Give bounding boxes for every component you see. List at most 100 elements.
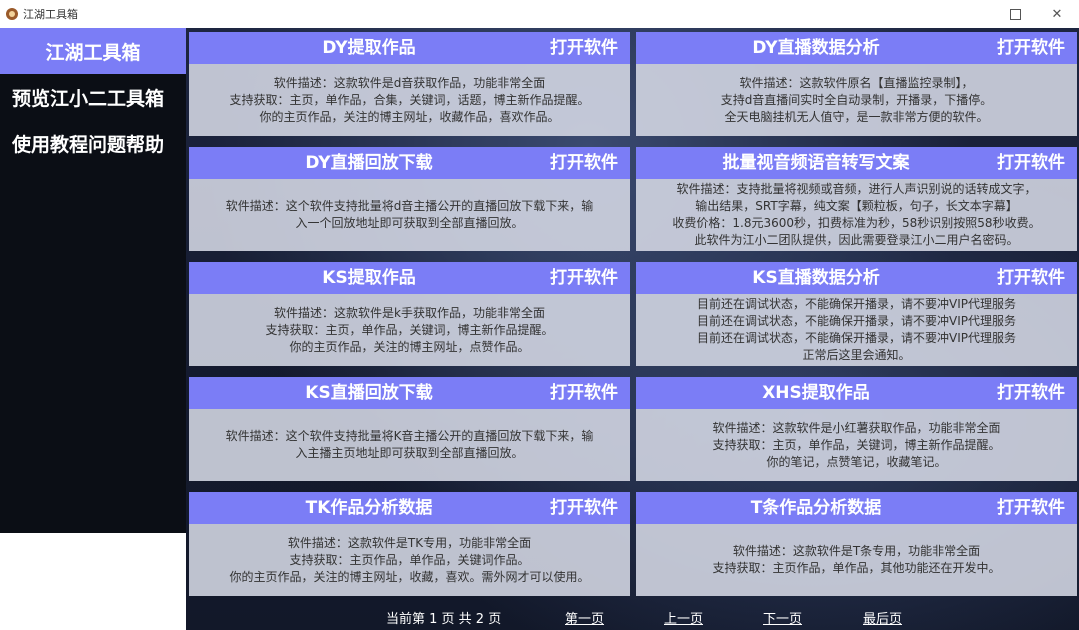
card-header: XHS提取作品 打开软件 — [636, 377, 1077, 409]
card-title: KS提取作品 — [322, 268, 416, 288]
card-header: DY直播数据分析 打开软件 — [636, 32, 1077, 64]
sidebar-item-label: 江湖工具箱 — [45, 41, 141, 64]
description-line: 正常后这里会通知。 — [802, 348, 911, 362]
open-software-button[interactable]: 打开软件 — [997, 262, 1065, 294]
open-software-button[interactable]: 打开软件 — [997, 147, 1065, 179]
description-line: 入主播主页地址即可获取到全部直播回放。 — [295, 446, 524, 460]
card-title: KS直播数据分析 — [752, 268, 880, 288]
description-line: 全天电脑挂机无人值守，是一款非常方便的软件。 — [724, 109, 989, 124]
page-info: 当前第 1 页 共 2 页 — [386, 612, 502, 627]
tool-card: 批量视音频语音转写文案 打开软件 软件描述：支持批量将视频或音频，进行人声识别说的话… — [636, 147, 1077, 257]
card-description: 软件描述：这个软件支持批量将d音主播公开的直播回放下载下来，输 入一个回放地址即可… — [189, 179, 630, 251]
next-page-link[interactable]: 下一页 — [763, 608, 802, 627]
description-line: 软件描述：这款软件是小红薯获取作品，功能非常全面 — [712, 420, 1001, 435]
card-description: 软件描述：这款软件是d音获取作品，功能非常全面支持获取：主页，单作品，合集，关键… — [189, 64, 630, 136]
card-header: 批量视音频语音转写文案 打开软件 — [636, 147, 1077, 179]
card-header: DY直播回放下载 打开软件 — [189, 147, 630, 179]
maximize-icon — [1009, 8, 1021, 20]
description-line: 支持获取：主页，单作品，合集，关键词，话题，博主新作品提醒。 — [229, 92, 590, 107]
description-line: 软件描述：这个软件支持批量将d音主播公开的直播回放下载下来，输 — [225, 199, 594, 213]
description-line: 软件描述：这款软件是TK专用，功能非常全面 — [287, 535, 532, 550]
card-title: KS直播回放下载 — [305, 383, 433, 403]
last-page-link[interactable]: 最后页 — [863, 608, 902, 627]
sidebar-item-label: 使用教程问题帮助 — [12, 133, 165, 156]
tool-card: DY直播回放下载 打开软件 软件描述：这个软件支持批量将d音主播公开的直播回放下载下… — [189, 147, 630, 257]
close-icon: ✕ — [1051, 6, 1063, 22]
sidebar-blank-panel — [0, 533, 186, 630]
open-software-button[interactable]: 打开软件 — [550, 147, 618, 179]
card-description: 目前还在调试状态，不能确保开播录，请不要冲VIP代理服务 目前还在调试状态，不能确… — [636, 294, 1077, 366]
sidebar-item-help[interactable]: 使用教程问题帮助 — [0, 120, 186, 166]
description-line: 你的主页作品，关注的博主网址，点赞作品。 — [289, 339, 530, 354]
tool-card: KS提取作品 打开软件 软件描述：这款软件是k手获取作品，功能非常全面 支持获取：主页… — [189, 262, 630, 372]
sidebar-item-label: 预览江小二工具箱 — [12, 87, 165, 110]
description-line: 支持获取：主页，单作品，关键词，博主新作品提醒。 — [265, 322, 554, 337]
open-software-button[interactable]: 打开软件 — [997, 492, 1065, 524]
close-button[interactable]: ✕ — [1037, 0, 1077, 28]
card-header: T条作品分析数据 打开软件 — [636, 492, 1077, 524]
description-line: 目前还在调试状态，不能确保开播录，请不要冲VIP代理服务 — [697, 314, 1016, 328]
description-line: 目前还在调试状态，不能确保开播录，请不要冲VIP代理服务 — [697, 331, 1016, 345]
app-logo-icon — [6, 8, 18, 20]
card-title: DY直播数据分析 — [752, 38, 880, 58]
card-header: KS直播数据分析 打开软件 — [636, 262, 1077, 294]
description-line: 支持获取：主页，单作品，关键词，博主新作品提醒。 — [712, 437, 1001, 452]
description-line: 目前还在调试状态，不能确保开播录，请不要冲VIP代理服务 — [697, 297, 1016, 311]
card-title: DY提取作品 — [322, 38, 416, 58]
card-description: 软件描述：这款软件是小红薯获取作品，功能非常全面 支持获取：主页，单作品，关键词，… — [636, 409, 1077, 481]
description-line: 收费价格：1.8元3600秒，扣费标准为秒，58秒识别按照58秒收费。 — [672, 216, 1041, 230]
card-description: 软件描述：这个软件支持批量将K音主播公开的直播回放下载下来，输 入主播主页地址即可… — [189, 409, 630, 481]
sidebar-item-toolbox[interactable]: 江湖工具箱 — [0, 28, 186, 74]
open-software-button[interactable]: 打开软件 — [550, 32, 618, 64]
description-line: 软件描述：支持批量将视频或音频，进行人声识别说的话转成文字， — [676, 182, 1037, 196]
tool-card: KS直播回放下载 打开软件 软件描述：这个软件支持批量将K音主播公开的直播回放下载下… — [189, 377, 630, 487]
card-description: 软件描述：这款软件是k手获取作品，功能非常全面 支持获取：主页，单作品，关键词，博… — [189, 294, 630, 366]
card-header: KS直播回放下载 打开软件 — [189, 377, 630, 409]
card-title: 批量视音频语音转写文案 — [722, 153, 910, 173]
description-line: 你的笔记，点赞笔记，收藏笔记。 — [766, 454, 947, 469]
description-line: 输出结果，SRT字幕，纯文案【颗粒板，句子，长文本字幕】 — [695, 199, 1018, 213]
description-line: 软件描述：这款软件是k手获取作品，功能非常全面 — [274, 305, 545, 320]
card-description: 软件描述：这款软件是T条专用，功能非常全面支持获取：主页作品，单作品，其他功能还… — [636, 524, 1077, 596]
open-software-button[interactable]: 打开软件 — [550, 492, 618, 524]
sidebar-item-preview[interactable]: 预览江小二工具箱 — [0, 74, 186, 120]
maximize-button[interactable] — [995, 0, 1035, 28]
description-line: 软件描述：这款软件是T条专用，功能非常全面 — [732, 544, 981, 558]
card-description: 软件描述：这款软件是TK专用，功能非常全面 支持获取：主页作品，单作品，关键词作品… — [189, 524, 630, 596]
card-header: DY提取作品 打开软件 — [189, 32, 630, 64]
description-line: 你的主页作品，关注的博主网址，收藏作品，喜欢作品。 — [259, 109, 560, 124]
description-line: 支持d音直播间实时全自动录制，开播录，下播停。 — [720, 92, 993, 107]
description-line: 支持获取：主页作品，单作品，其他功能还在开发中。 — [712, 561, 1001, 575]
prev-page-link[interactable]: 上一页 — [664, 608, 703, 627]
window-title: 江湖工具箱 — [23, 8, 78, 21]
description-line: 软件描述：这个软件支持批量将K音主播公开的直播回放下载下来，输 — [225, 429, 594, 443]
description-line: 此软件为江小二团队提供，因此需要登录江小二用户名密码。 — [694, 233, 1019, 247]
description-line: 入一个回放地址即可获取到全部直播回放。 — [295, 216, 524, 230]
pagination: 当前第 1 页 共 2 页 第一页 上一页 下一页 最后页 — [186, 600, 1079, 630]
card-title: T条作品分析数据 — [750, 498, 882, 518]
tool-card: XHS提取作品 打开软件 软件描述：这款软件是小红薯获取作品，功能非常全面 支持获取：… — [636, 377, 1077, 487]
card-description: 软件描述：支持批量将视频或音频，进行人声识别说的话转成文字， 输出结果，SRT字幕… — [636, 179, 1077, 251]
sidebar: 江湖工具箱 预览江小二工具箱 使用教程问题帮助 — [0, 28, 186, 533]
card-title: XHS提取作品 — [762, 383, 870, 403]
open-software-button[interactable]: 打开软件 — [550, 262, 618, 294]
description-line: 支持获取：主页作品，单作品，关键词作品。 — [289, 552, 530, 567]
open-software-button[interactable]: 打开软件 — [997, 32, 1065, 64]
card-header: TK作品分析数据 打开软件 — [189, 492, 630, 524]
card-title: TK作品分析数据 — [305, 498, 433, 518]
tool-card: DY提取作品 打开软件 软件描述：这款软件是d音获取作品，功能非常全面支持获取：主页… — [189, 32, 630, 142]
description-line: 软件描述：这款软件是d音获取作品，功能非常全面 — [273, 75, 546, 90]
main-panel: DY提取作品 打开软件 软件描述：这款软件是d音获取作品，功能非常全面 支持获取：主页… — [186, 28, 1079, 630]
open-software-button[interactable]: 打开软件 — [550, 377, 618, 409]
tool-card: DY直播数据分析 打开软件软件描述：这款软件原名【直播监控录制】， 支持d音直播间实… — [636, 32, 1077, 142]
tool-card: TK作品分析数据 打开软件 软件描述：这款软件是TK专用，功能非常全面 支持获取：主页… — [189, 492, 630, 602]
title-bar: 江湖工具箱 ✕ — [0, 0, 1079, 28]
description-line: 软件描述：这款软件原名【直播监控录制】， — [739, 75, 974, 90]
tool-card: KS直播数据分析 打开软件 目前还在调试状态，不能确保开播录，请不要冲VIP代理服务… — [636, 262, 1077, 372]
first-page-link[interactable]: 第一页 — [565, 608, 604, 627]
open-software-button[interactable]: 打开软件 — [997, 377, 1065, 409]
card-title: DY直播回放下载 — [305, 153, 433, 173]
card-description: 软件描述：这款软件原名【直播监控录制】， 支持d音直播间实时全自动录制，开播录，下… — [636, 64, 1077, 136]
tool-card: T条作品分析数据 打开软件软件描述：这款软件是T条专用，功能非常全面支持获取：主页… — [636, 492, 1077, 602]
description-line: 你的主页作品，关注的博主网址，收藏，喜欢。需外网才可以使用。 — [229, 569, 590, 584]
